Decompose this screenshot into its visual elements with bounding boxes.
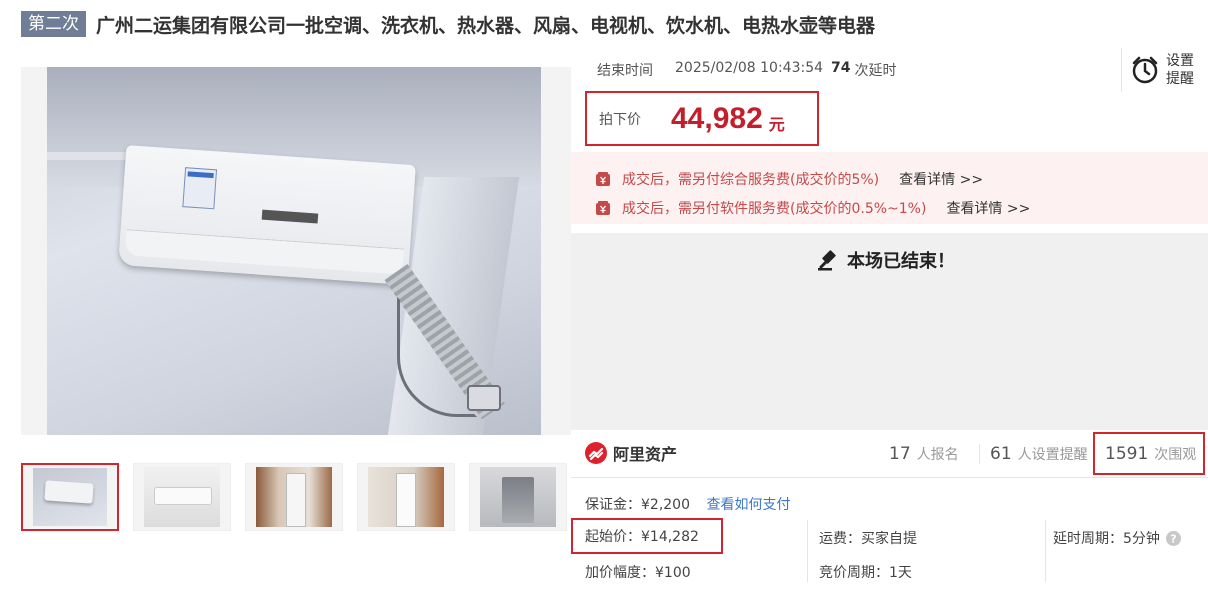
round-badge: 第二次: [21, 11, 86, 37]
help-icon[interactable]: ?: [1165, 530, 1181, 546]
fee-detail-link-2[interactable]: 查看详情 >>: [946, 198, 1030, 218]
svg-text:?: ?: [1170, 532, 1176, 545]
stats-bar: 阿里资产 17 人报名 61 人设置提醒 1591 次围观: [571, 432, 1208, 478]
start-price-box: 起始价：¥14,282: [571, 518, 723, 554]
brand-name: 阿里资产: [613, 445, 678, 464]
increment: 加价幅度：¥100: [585, 565, 691, 581]
thumbnail-strip: [21, 463, 581, 531]
deposit-row: 保证金：¥2,200 查看如何支付: [585, 494, 790, 514]
divider: [1045, 520, 1046, 582]
views-count: 1591: [1105, 443, 1149, 464]
final-price-label: 拍下价: [599, 111, 641, 128]
fee-tag-icon: [596, 201, 610, 215]
delay-count: 74: [831, 60, 851, 76]
fee-row-software: 成交后，需另付软件服务费(成交价的0.5%~1%) 查看详情 >>: [596, 198, 1030, 218]
gavel-icon: [818, 250, 836, 271]
reminders-stat: 61 人设置提醒: [979, 444, 1088, 464]
set-reminder-label: 设置提醒: [1166, 53, 1194, 87]
delay-period-row: 延时周期：5分钟 ?: [1053, 528, 1181, 548]
divider: [807, 520, 808, 582]
deposit-text: 保证金：¥2,200: [585, 497, 690, 513]
title-row: 第二次 广州二运集团有限公司一批空调、洗衣机、热水器、风扇、电视机、饮水机、电热…: [21, 10, 875, 38]
thumbnail-5[interactable]: [469, 463, 567, 531]
fee-text-1: 成交后，需另付综合服务费(成交价的5%): [622, 172, 880, 188]
main-product-image[interactable]: [21, 67, 571, 435]
reminders-label: 人设置提醒: [1017, 447, 1088, 463]
thumbnail-1[interactable]: [21, 463, 119, 531]
currency-unit: 元: [768, 114, 785, 134]
end-label: 结束时间: [597, 63, 653, 79]
views-stat: 1591 次围观: [1093, 432, 1205, 475]
views-label: 次围观: [1154, 446, 1197, 463]
start-price: 起始价：¥14,282: [585, 529, 699, 545]
thumbnail-4[interactable]: [357, 463, 455, 531]
reminders-count: 61: [990, 444, 1012, 464]
auction-ended-panel: 本场已结束！: [571, 233, 1208, 430]
fee-row-service: 成交后，需另付综合服务费(成交价的5%) 查看详情 >>: [596, 169, 983, 189]
brand: 阿里资产: [585, 441, 677, 465]
shipping: 运费：买家自提: [819, 531, 917, 547]
thumbnail-2[interactable]: [133, 463, 231, 531]
auction-ended-text: 本场已结束！: [847, 251, 955, 272]
delay-period: 延时周期：5分钟: [1053, 531, 1160, 547]
final-price-box: 拍下价 44,982 元: [585, 91, 819, 146]
air-conditioner-photo: [47, 67, 541, 435]
signups-stat: 17 人报名: [889, 444, 959, 464]
page-title: 广州二运集团有限公司一批空调、洗衣机、热水器、风扇、电视机、饮水机、电热水壶等电…: [96, 14, 876, 37]
fee-text-2: 成交后，需另付软件服务费(成交价的0.5%~1%): [622, 201, 927, 217]
delay-text: 次延时: [854, 63, 897, 79]
fee-detail-link-1[interactable]: 查看详情 >>: [899, 169, 983, 189]
thumbnail-3[interactable]: [245, 463, 343, 531]
ali-asset-logo-icon: [585, 442, 607, 464]
end-time: 2025/02/08 10:43:54: [675, 60, 824, 76]
signups-count: 17: [889, 444, 911, 464]
end-time-row: 结束时间 2025/02/08 10:43:54 74 次延时: [597, 60, 897, 80]
how-to-pay-link[interactable]: 查看如何支付: [706, 497, 790, 513]
fee-notice: 成交后，需另付综合服务费(成交价的5%) 查看详情 >> 成交后，需另付软件服务…: [571, 152, 1208, 224]
alarm-clock-icon: [1132, 56, 1158, 84]
signups-label: 人报名: [916, 447, 959, 463]
bidding-cycle: 竞价周期：1天: [819, 565, 912, 581]
final-price-value: 44,982: [671, 101, 763, 135]
fee-tag-icon: [596, 172, 610, 186]
set-reminder-button[interactable]: 设置提醒: [1121, 48, 1208, 92]
